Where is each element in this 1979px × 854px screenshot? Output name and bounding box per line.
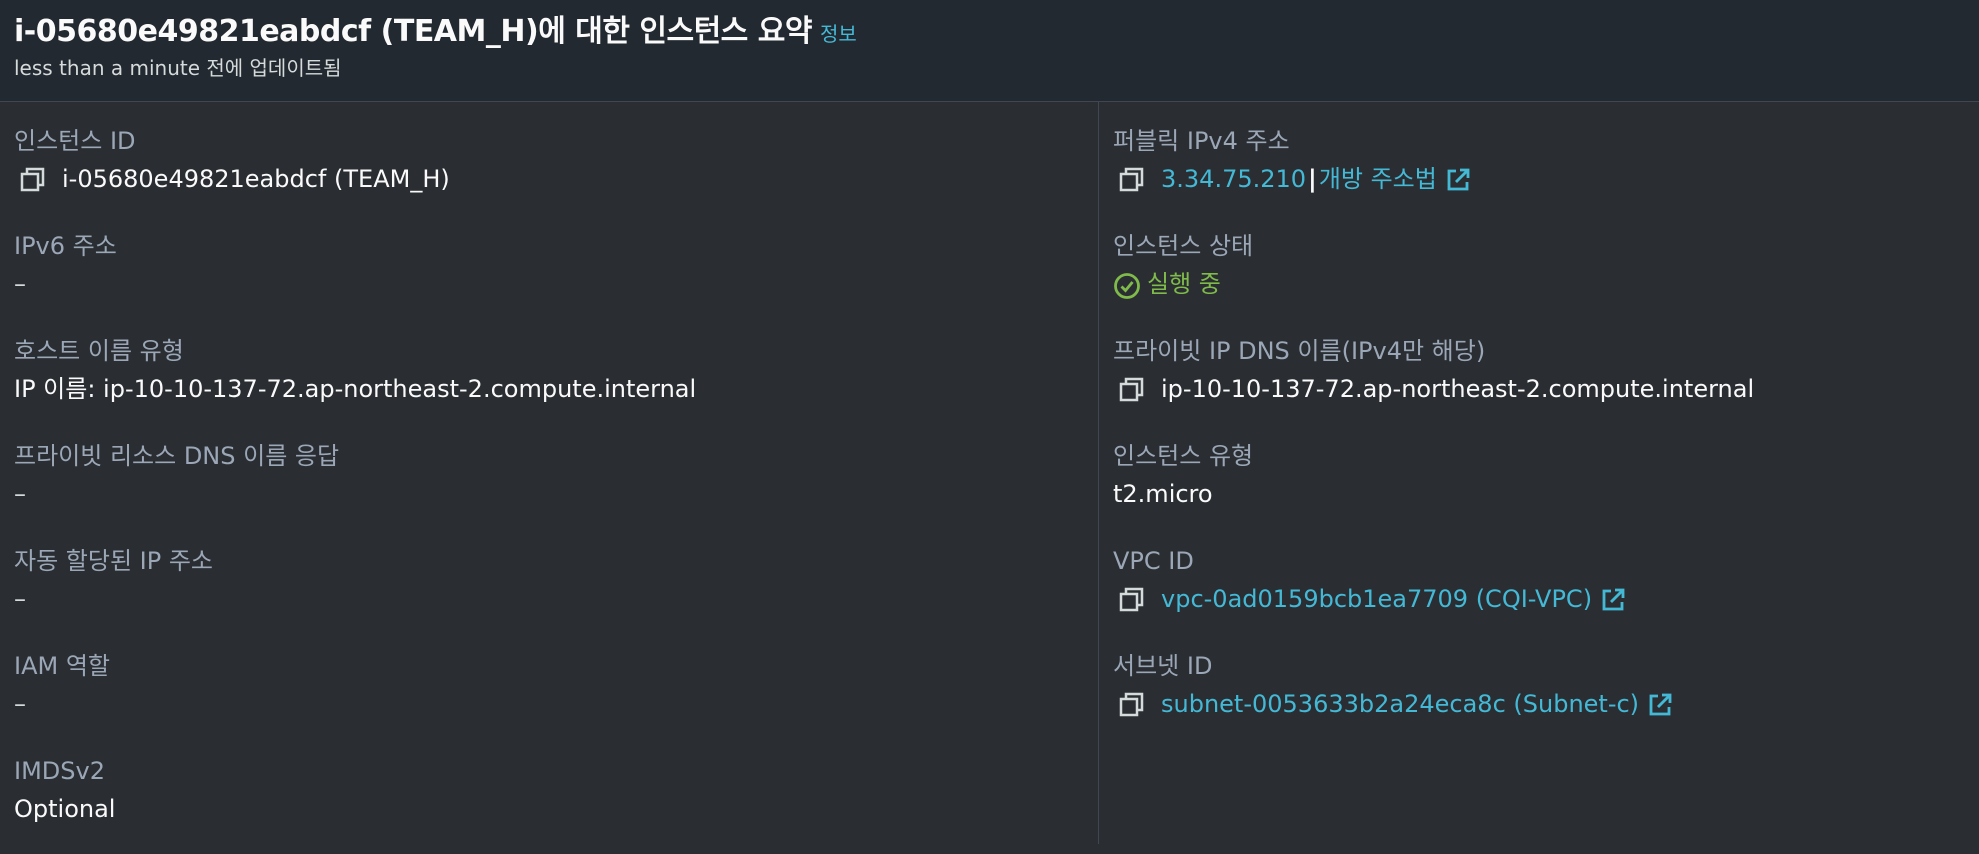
copy-icon[interactable]	[1113, 584, 1161, 614]
field-instance-type: 인스턴스 유형 t2.micro	[1113, 441, 1254, 508]
field-private-dns-answer: 프라이빗 리소스 DNS 이름 응답 –	[14, 441, 340, 508]
field-subnet-id: 서브넷 ID subnet-0053633b2a24eca8c (Subnet-…	[1113, 651, 1672, 718]
field-auto-assigned-ip: 자동 할당된 IP 주소 –	[14, 546, 213, 613]
external-link-icon[interactable]	[1443, 164, 1473, 194]
field-instance-state: 인스턴스 상태 실행 중	[1113, 231, 1254, 299]
imdsv2-value: Optional	[14, 795, 116, 823]
auto-ip-value: –	[14, 585, 26, 613]
page-header: i-05680e49821eabdcf (TEAM_H)에 대한 인스턴스 요약…	[0, 0, 1979, 102]
field-value: 3.34.75.210 | 개방 주소법	[1113, 164, 1473, 194]
field-label: 호스트 이름 유형	[14, 337, 184, 365]
field-label: IPv6 주소	[14, 232, 117, 260]
field-label: 인스턴스 유형	[1113, 442, 1254, 470]
private-dns-value: ip-10-10-137-72.ap-northeast-2.compute.i…	[1161, 375, 1755, 403]
hostname-type-value: IP 이름: ip-10-10-137-72.ap-northeast-2.co…	[14, 375, 697, 403]
field-value: ip-10-10-137-72.ap-northeast-2.compute.i…	[1113, 374, 1754, 404]
instance-type-value: t2.micro	[1113, 480, 1213, 508]
copy-icon[interactable]	[1113, 374, 1161, 404]
last-updated-text: less than a minute 전에 업데이트됨	[14, 56, 342, 80]
field-label: 서브넷 ID	[1113, 652, 1213, 680]
copy-icon[interactable]	[14, 164, 62, 194]
open-address-link[interactable]: 개방 주소법	[1319, 164, 1437, 194]
ipv6-value: –	[14, 270, 26, 298]
subnet-id-link[interactable]: subnet-0053633b2a24eca8c (Subnet-c)	[1161, 689, 1639, 719]
field-value: i-05680e49821eabdcf (TEAM_H)	[14, 164, 450, 194]
field-label: VPC ID	[1113, 547, 1194, 575]
field-imdsv2: IMDSv2 Optional	[14, 756, 115, 823]
field-label: 인스턴스 상태	[1113, 232, 1254, 260]
page-title-text: i-05680e49821eabdcf (TEAM_H)에 대한 인스턴스 요약	[14, 14, 812, 49]
page-title: i-05680e49821eabdcf (TEAM_H)에 대한 인스턴스 요약…	[14, 6, 857, 50]
field-label: IAM 역할	[14, 652, 110, 680]
field-label: IMDSv2	[14, 757, 105, 785]
link-separator: |	[1308, 165, 1317, 193]
field-label: 퍼블릭 IPv4 주소	[1113, 127, 1290, 155]
field-instance-id: 인스턴스 ID i-05680e49821eabdcf (TEAM_H)	[14, 126, 450, 193]
external-link-icon[interactable]	[1645, 689, 1675, 719]
external-link-icon[interactable]	[1598, 584, 1628, 614]
field-vpc-id: VPC ID vpc-0ad0159bcb1ea7709 (CQI-VPC)	[1113, 546, 1625, 613]
field-public-ipv4: 퍼블릭 IPv4 주소 3.34.75.210 | 개방 주소법	[1113, 126, 1470, 193]
instance-state-value: 실행 중	[1147, 270, 1221, 298]
private-dns-answer-value: –	[14, 480, 26, 508]
iam-role-value: –	[14, 690, 26, 718]
vpc-id-link[interactable]: vpc-0ad0159bcb1ea7709 (CQI-VPC)	[1161, 584, 1592, 614]
instance-id-value: i-05680e49821eabdcf (TEAM_H)	[62, 165, 450, 193]
field-private-ip-dns: 프라이빗 IP DNS 이름(IPv4만 해당) ip-10-10-137-72…	[1113, 336, 1754, 403]
field-value: subnet-0053633b2a24eca8c (Subnet-c)	[1113, 689, 1675, 719]
field-iam-role: IAM 역할 –	[14, 651, 110, 718]
field-label: 자동 할당된 IP 주소	[14, 547, 213, 575]
info-link[interactable]: 정보	[820, 22, 857, 46]
field-label: 프라이빗 IP DNS 이름(IPv4만 해당)	[1113, 337, 1486, 365]
copy-icon[interactable]	[1113, 164, 1161, 194]
column-divider	[1098, 102, 1099, 844]
field-label: 인스턴스 ID	[14, 127, 136, 155]
copy-icon[interactable]	[1113, 689, 1161, 719]
field-value: 실행 중	[1113, 269, 1221, 299]
check-circle-icon	[1113, 269, 1147, 299]
field-hostname-type: 호스트 이름 유형 IP 이름: ip-10-10-137-72.ap-nort…	[14, 336, 696, 403]
field-value: vpc-0ad0159bcb1ea7709 (CQI-VPC)	[1113, 584, 1628, 614]
field-label: 프라이빗 리소스 DNS 이름 응답	[14, 442, 340, 470]
field-ipv6: IPv6 주소 –	[14, 231, 117, 298]
public-ipv4-link[interactable]: 3.34.75.210	[1161, 164, 1306, 194]
